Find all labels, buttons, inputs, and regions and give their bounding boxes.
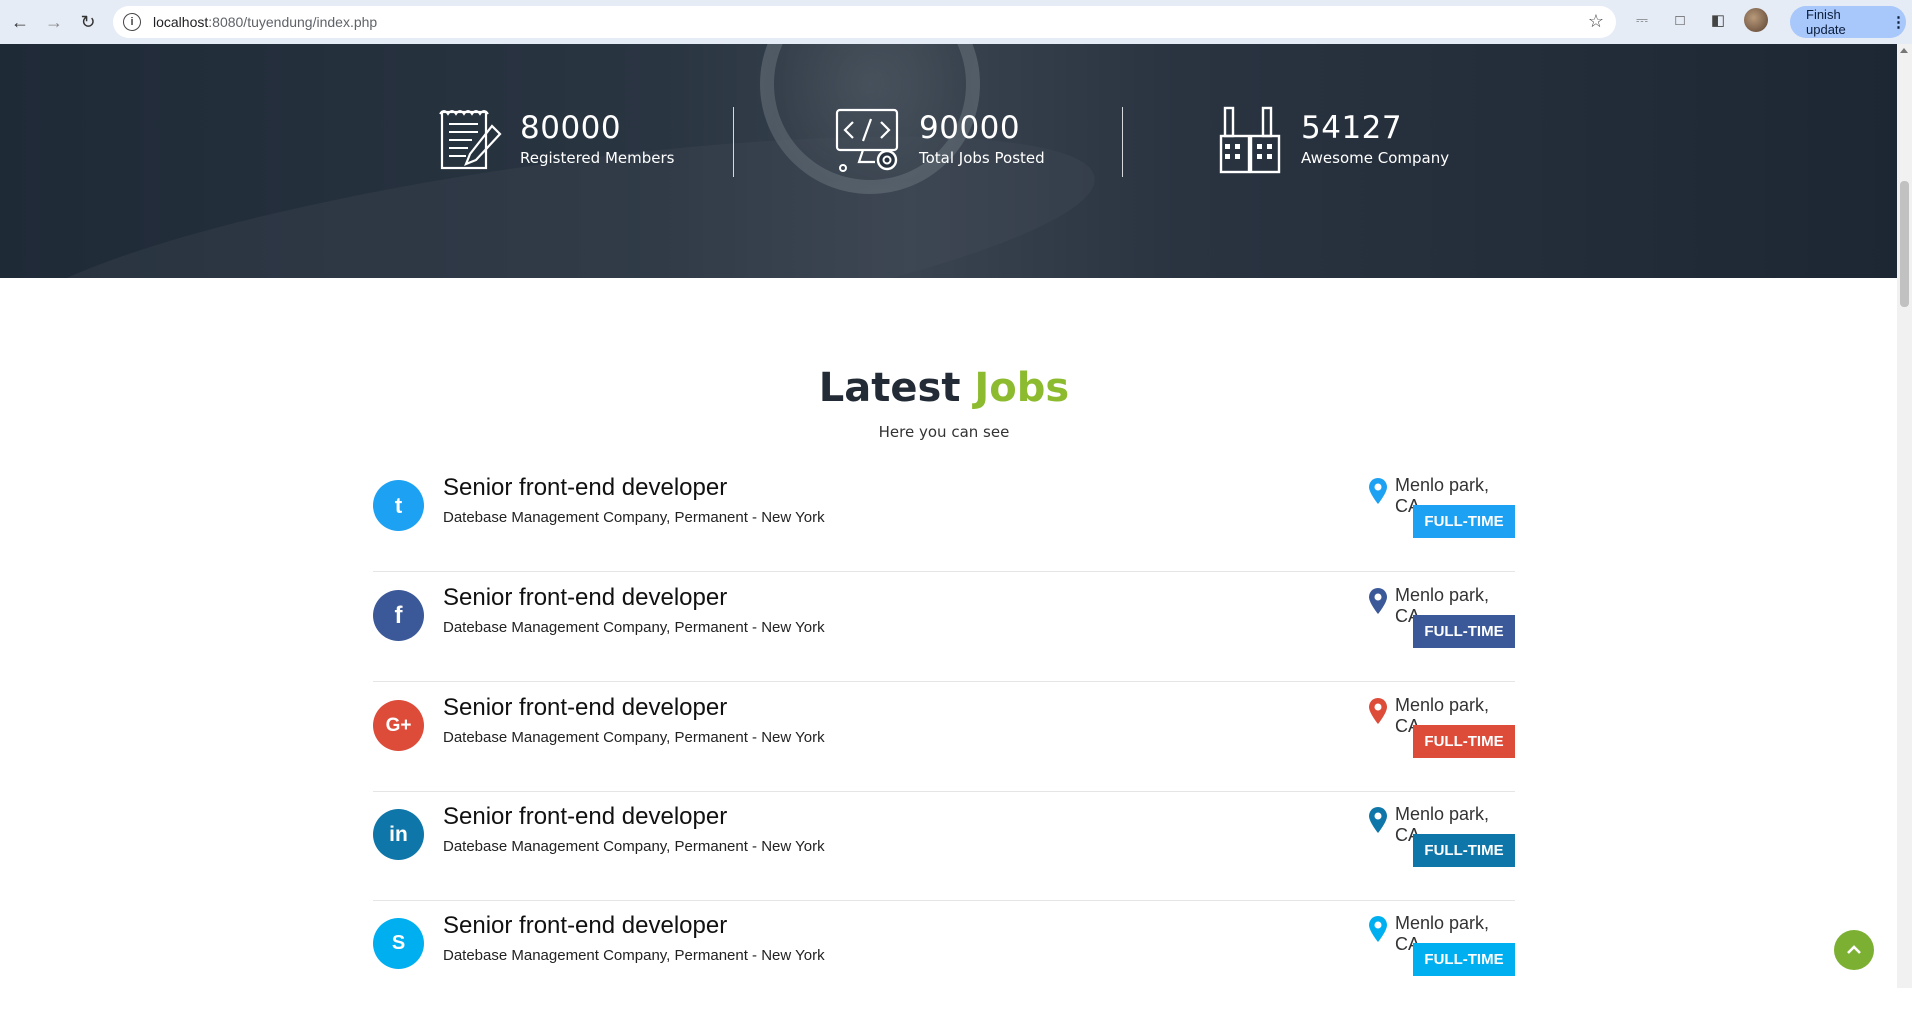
- side-panel-icon[interactable]: ◧: [1706, 8, 1730, 32]
- stat-label: Registered Members: [520, 149, 675, 167]
- section-subtitle: Here you can see: [878, 423, 1010, 441]
- extensions-icon[interactable]: □: [1668, 8, 1692, 32]
- url-host: localhost: [153, 14, 209, 30]
- site-info-icon[interactable]: i: [123, 13, 141, 31]
- page-scrollbar[interactable]: [1897, 44, 1912, 988]
- stat-awesome-company: 54127 Awesome Company: [1217, 106, 1449, 174]
- map-pin-icon: [1369, 478, 1387, 504]
- url-path: :8080/tuyendung/index.php: [208, 14, 378, 30]
- factory-icon: [1219, 106, 1281, 174]
- stats-banner: 80000 Registered Members 90000 Total Job…: [0, 44, 1897, 278]
- browser-toolbar: ← → ↻ i localhost:8080/tuyendung/index.p…: [0, 0, 1912, 44]
- section-title-main: Latest: [818, 365, 961, 411]
- finish-update-label: Finish update: [1806, 7, 1846, 37]
- job-item[interactable]: G+ Senior front-end developer Datebase M…: [373, 682, 1515, 792]
- job-type-badge[interactable]: FULL-TIME: [1413, 505, 1515, 538]
- job-title[interactable]: Senior front-end developer: [443, 803, 727, 831]
- stat-registered-members: 80000 Registered Members: [436, 106, 674, 174]
- linkedin-logo-icon: in: [373, 809, 424, 860]
- job-company: Datebase Management Company, Permanent -…: [443, 838, 825, 855]
- job-title[interactable]: Senior front-end developer: [443, 474, 727, 502]
- job-type-badge[interactable]: FULL-TIME: [1413, 725, 1515, 758]
- job-item[interactable]: t Senior front-end developer Datebase Ma…: [373, 462, 1515, 572]
- scroll-up-arrow-icon[interactable]: [1900, 48, 1908, 53]
- stat-divider: [733, 107, 734, 177]
- map-pin-icon: [1369, 807, 1387, 833]
- document-pencil-icon: [439, 110, 502, 170]
- section-title: Latest Jobs: [0, 365, 1888, 411]
- bookmark-star-icon[interactable]: ☆: [1588, 11, 1604, 32]
- facebook-logo-icon: f: [373, 590, 424, 641]
- job-company: Datebase Management Company, Permanent -…: [443, 947, 825, 964]
- twitter-logo-icon: t: [373, 480, 424, 531]
- stat-total-jobs: 90000 Total Jobs Posted: [835, 106, 1045, 174]
- back-to-top-button[interactable]: [1834, 930, 1874, 970]
- computer-code-icon: [835, 108, 899, 172]
- skype-logo-icon: S: [373, 918, 424, 969]
- google-plus-logo-icon: G+: [373, 700, 424, 751]
- url-text[interactable]: localhost:8080/tuyendung/index.php: [153, 14, 377, 30]
- job-title[interactable]: Senior front-end developer: [443, 694, 727, 722]
- job-type-badge[interactable]: FULL-TIME: [1413, 834, 1515, 867]
- map-pin-icon: [1369, 698, 1387, 724]
- job-type-badge[interactable]: FULL-TIME: [1413, 943, 1515, 976]
- address-bar[interactable]: i localhost:8080/tuyendung/index.php ☆: [113, 6, 1616, 38]
- finish-update-button[interactable]: Finish update ⋮: [1790, 6, 1906, 38]
- stat-number: 90000: [919, 110, 1021, 146]
- section-title-accent: Jobs: [974, 365, 1070, 411]
- job-title[interactable]: Senior front-end developer: [443, 584, 727, 612]
- stat-label: Total Jobs Posted: [919, 149, 1045, 167]
- job-company: Datebase Management Company, Permanent -…: [443, 619, 825, 636]
- menu-dots-icon: ⋮: [1891, 14, 1906, 31]
- job-item[interactable]: in Senior front-end developer Datebase M…: [373, 791, 1515, 901]
- job-company: Datebase Management Company, Permanent -…: [443, 509, 825, 526]
- job-item[interactable]: f Senior front-end developer Datebase Ma…: [373, 572, 1515, 682]
- chevron-up-icon: [1847, 945, 1861, 954]
- job-company: Datebase Management Company, Permanent -…: [443, 729, 825, 746]
- job-type-badge[interactable]: FULL-TIME: [1413, 615, 1515, 648]
- stat-number: 80000: [520, 110, 622, 146]
- profile-avatar[interactable]: [1744, 8, 1768, 32]
- forward-button[interactable]: →: [40, 8, 68, 36]
- map-pin-icon: [1369, 588, 1387, 614]
- stat-label: Awesome Company: [1301, 149, 1450, 167]
- reload-button[interactable]: ↻: [74, 8, 102, 36]
- translate-icon[interactable]: ⎓: [1630, 8, 1654, 32]
- stat-divider: [1122, 107, 1123, 177]
- job-title[interactable]: Senior front-end developer: [443, 912, 727, 940]
- back-button[interactable]: ←: [6, 8, 34, 36]
- scrollbar-thumb[interactable]: [1900, 181, 1909, 307]
- map-pin-icon: [1369, 916, 1387, 942]
- job-item[interactable]: S Senior front-end developer Datebase Ma…: [373, 900, 1515, 1010]
- stat-number: 54127: [1301, 110, 1403, 146]
